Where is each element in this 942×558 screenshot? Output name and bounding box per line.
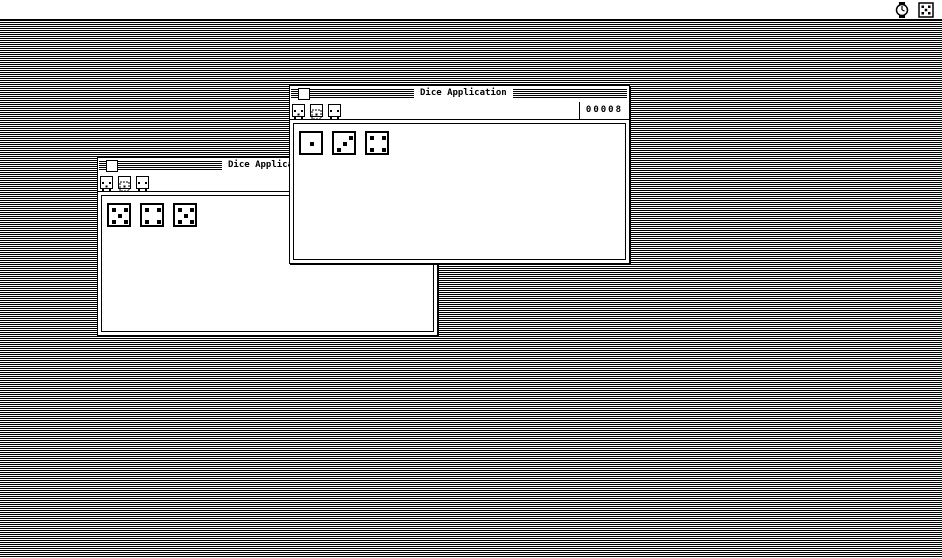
toolbar: 00008: [290, 102, 629, 120]
close-box[interactable]: [106, 160, 118, 172]
die-pip: [112, 208, 116, 212]
die-pip: [145, 220, 149, 224]
reset-icon[interactable]: [328, 104, 341, 119]
die-pip: [370, 136, 374, 140]
roll-counter: 00008: [578, 102, 629, 119]
menu-bar: [0, 0, 942, 20]
die-pip: [118, 214, 122, 218]
die-2[interactable]: [140, 203, 164, 227]
die-pip: [178, 220, 182, 224]
die-pip: [382, 136, 386, 140]
roll-icon[interactable]: [100, 176, 113, 191]
die-pip: [157, 220, 161, 224]
die-pip: [190, 208, 194, 212]
title-bar[interactable]: Dice Application: [290, 86, 629, 103]
die-pip: [382, 148, 386, 152]
die-1[interactable]: [107, 203, 131, 227]
hold-icon[interactable]: [118, 176, 131, 192]
die-2[interactable]: [332, 131, 356, 155]
die-3[interactable]: [365, 131, 389, 155]
menu-grip-icon[interactable]: [99, 161, 104, 170]
die-3[interactable]: [173, 203, 197, 227]
die-pip: [112, 220, 116, 224]
close-box[interactable]: [298, 88, 310, 100]
roll-icon[interactable]: [292, 104, 305, 119]
die-pip: [349, 136, 353, 140]
die-pip: [190, 220, 194, 224]
dice-area: [293, 123, 626, 260]
die-pip: [337, 148, 341, 152]
dice-icon[interactable]: [918, 2, 934, 18]
die-pip: [178, 208, 182, 212]
die-pip: [124, 208, 128, 212]
die-pip: [343, 142, 347, 146]
watch-icon[interactable]: [894, 2, 910, 18]
hold-icon[interactable]: [310, 104, 323, 120]
dice-window-front[interactable]: Dice Application 00008: [289, 85, 630, 264]
die-1[interactable]: [299, 131, 323, 155]
reset-icon[interactable]: [136, 176, 149, 191]
die-pip: [157, 208, 161, 212]
die-pip: [310, 142, 314, 146]
die-pip: [145, 208, 149, 212]
menu-grip-icon[interactable]: [291, 89, 296, 98]
die-pip: [184, 214, 188, 218]
die-pip: [124, 220, 128, 224]
die-pip: [370, 148, 374, 152]
window-title: Dice Application: [414, 87, 513, 100]
